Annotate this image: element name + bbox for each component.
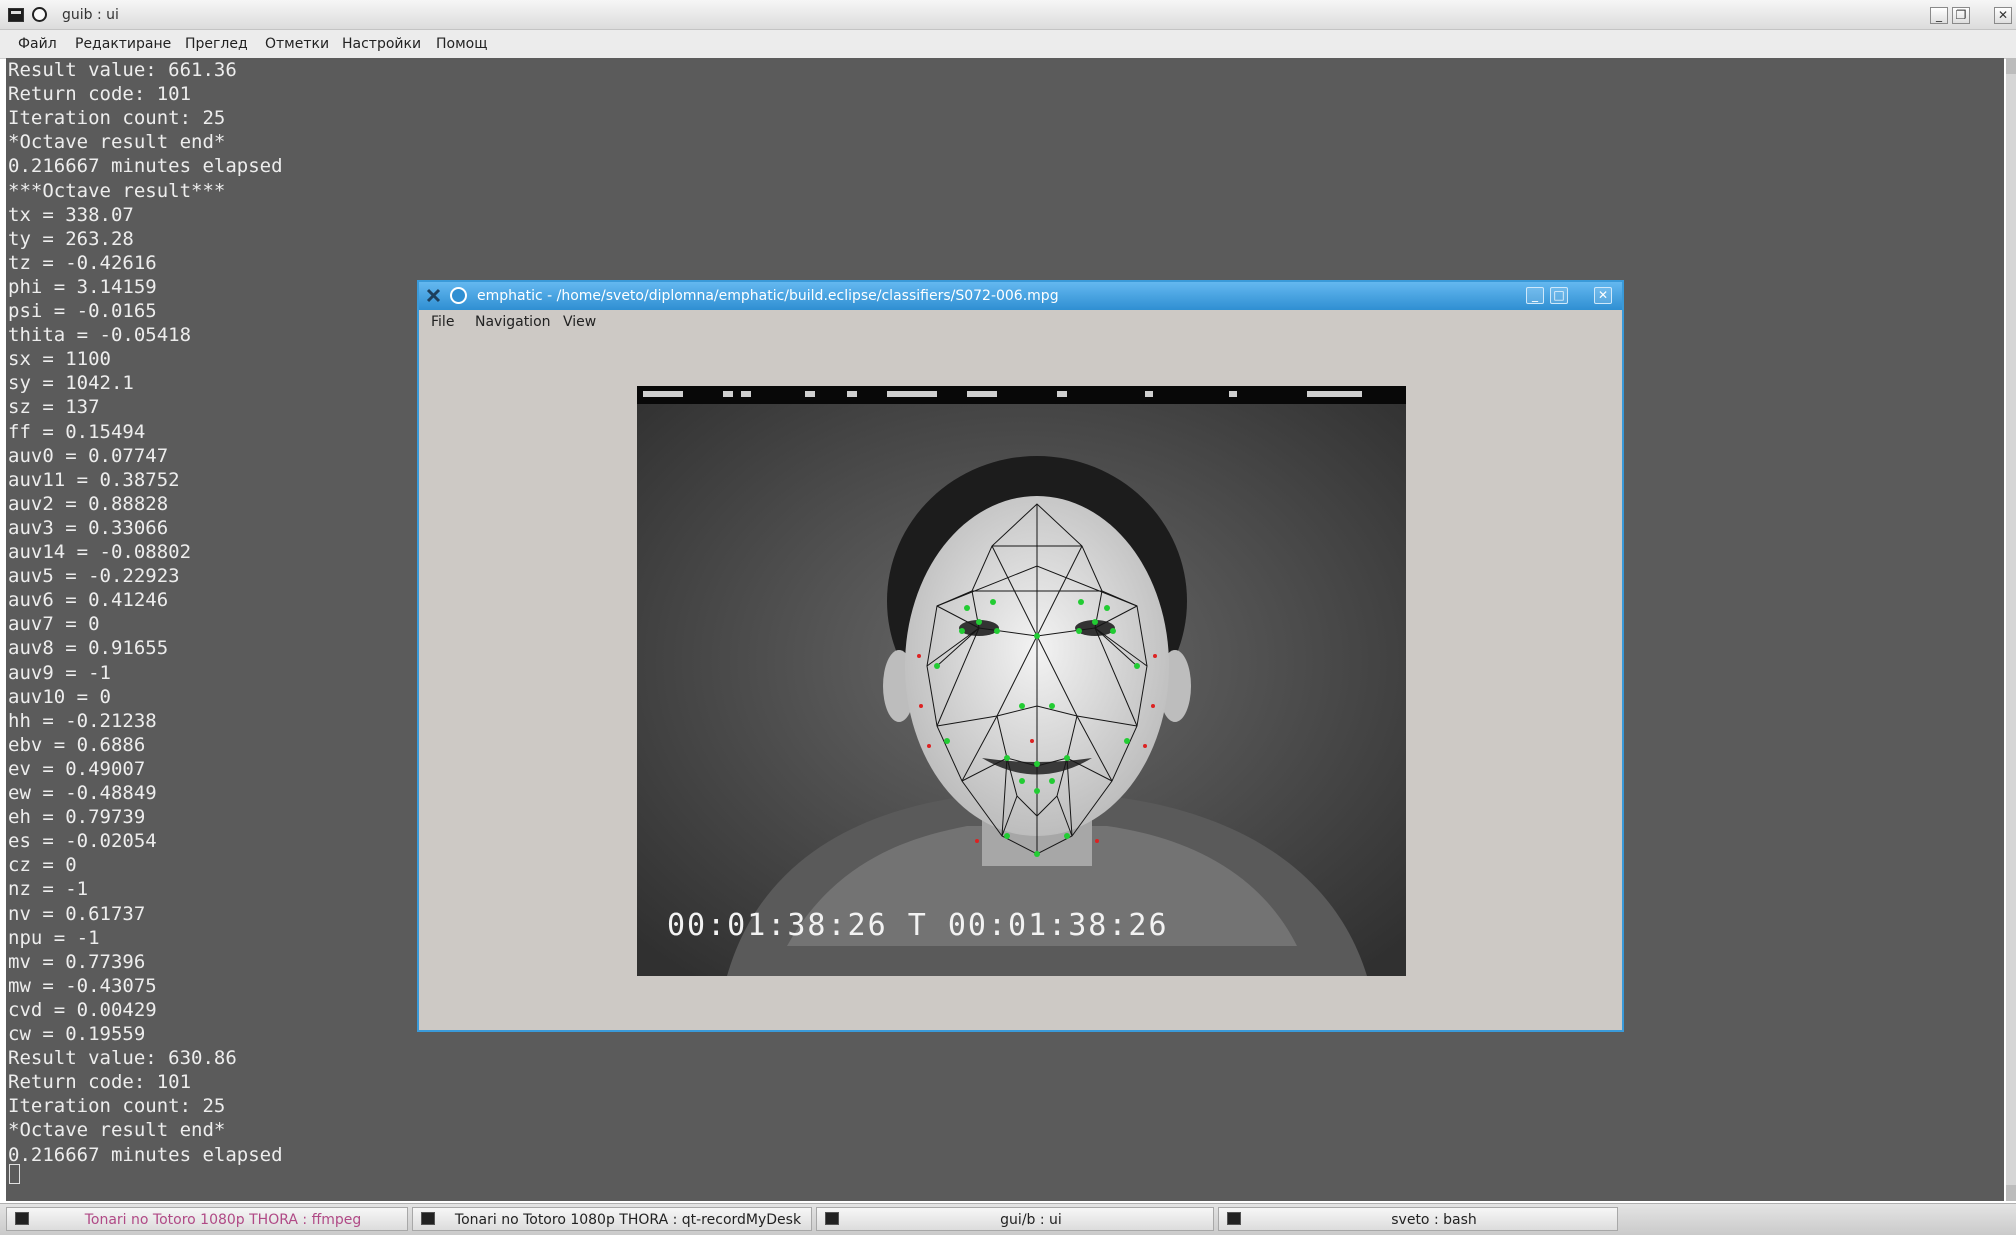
menu-file[interactable]: Файл — [18, 36, 57, 52]
restore-button[interactable]: ❐ — [1952, 7, 1970, 24]
terminal-line: npu = -1 — [8, 926, 100, 949]
terminal-line: ew = -0.48849 — [8, 782, 157, 804]
terminal-line: sz = 137 — [8, 396, 100, 419]
taskbar-item-ffmpeg[interactable]: Tonari no Totoro 1080p THORA : ffmpeg — [6, 1207, 408, 1231]
taskbar-item-label: gui/b : ui — [1000, 1212, 1062, 1228]
taskbar-item-label: sveto : bash — [1391, 1212, 1477, 1228]
terminal-line: psi = -0.0165 — [8, 300, 157, 322]
scroll-down-arrow[interactable] — [2006, 1185, 2016, 1201]
terminal-line: tz = -0.42616 — [8, 251, 157, 274]
terminal-line: ff = 0.15494 — [8, 420, 146, 443]
terminal-line: mv = 0.77396 — [8, 950, 146, 973]
terminal-menubar: Файл Редактиране Преглед Отметки Настрой… — [0, 30, 2016, 59]
terminal-line: es = -0.02054 — [8, 830, 157, 853]
terminal-line: *Octave result end* — [8, 131, 226, 154]
terminal-line: Result value: 630.86 — [8, 1047, 237, 1070]
terminal-icon — [1227, 1212, 1241, 1225]
terminal-line: nz = -1 — [8, 878, 89, 901]
terminal-title: guib : ui — [62, 7, 119, 23]
terminal-line: auv8 = 0.91655 — [8, 637, 169, 660]
emphatic-title: emphatic - /home/sveto/diplomna/emphatic… — [477, 288, 1059, 304]
terminal-line: auv7 = 0 — [8, 613, 100, 636]
terminal-line: eh = 0.79739 — [8, 806, 146, 829]
menu-view[interactable]: View — [563, 314, 596, 330]
terminal-icon — [825, 1212, 839, 1225]
taskbar-item-label: Tonari no Totoro 1080p THORA : qt-record… — [454, 1212, 802, 1228]
terminal-line: Iteration count: 25 — [8, 1095, 226, 1118]
maximize-button[interactable]: □ — [1550, 287, 1568, 304]
terminal-line: *Octave result end* — [8, 1119, 226, 1142]
terminal-scrollbar[interactable] — [2006, 58, 2016, 1201]
terminal-line: auv6 = 0.41246 — [8, 589, 169, 612]
taskbar-item-recordmydesktop[interactable]: Tonari no Totoro 1080p THORA : qt-record… — [412, 1207, 812, 1231]
menu-view[interactable]: Преглед — [185, 36, 248, 52]
terminal-line: ebv = 0.6886 — [8, 733, 146, 756]
pin-icon[interactable] — [425, 287, 442, 304]
terminal-icon — [15, 1212, 29, 1225]
terminal-line: ***Octave result*** — [8, 179, 226, 202]
terminal-line: sy = 1042.1 — [8, 372, 134, 395]
terminal-line: ev = 0.49007 — [8, 757, 146, 780]
emphatic-titlebar[interactable]: emphatic - /home/sveto/diplomna/emphatic… — [419, 282, 1622, 310]
video-frame[interactable]: 00:01:38:26 T 00:01:38:26 — [637, 386, 1406, 976]
window-menu-icon[interactable] — [32, 7, 47, 22]
terminal-line: phi = 3.14159 — [8, 275, 157, 298]
menu-file[interactable]: File — [431, 314, 454, 330]
terminal-line: nv = 0.61737 — [8, 902, 146, 925]
window-menu-icon[interactable] — [450, 287, 467, 304]
terminal-line: cz = 0 — [8, 854, 77, 877]
terminal-line: auv5 = -0.22923 — [8, 565, 180, 588]
emphatic-menubar: File Navigation View — [419, 310, 1622, 334]
terminal-line: tx = 338.07 — [8, 203, 134, 226]
terminal-line: auv9 = -1 — [8, 661, 111, 684]
emphatic-window: emphatic - /home/sveto/diplomna/emphatic… — [417, 280, 1624, 1032]
close-button[interactable]: ✕ — [1994, 7, 2012, 24]
taskbar-item-label: Tonari no Totoro 1080p THORA : ffmpeg — [84, 1212, 362, 1228]
terminal-titlebar[interactable]: guib : ui _ ❐ ✕ — [0, 0, 2016, 30]
terminal-cursor — [9, 1164, 20, 1184]
terminal-line: Return code: 101 — [8, 83, 192, 106]
scroll-up-arrow[interactable] — [2006, 58, 2016, 74]
close-button[interactable]: ✕ — [1594, 287, 1612, 304]
terminal-line: auv3 = 0.33066 — [8, 516, 169, 539]
terminal-line: Iteration count: 25 — [8, 107, 226, 130]
terminal-line: auv0 = 0.07747 — [8, 444, 169, 467]
video-timecode: 00:01:38:26 T 00:01:38:26 — [667, 908, 1169, 943]
terminal-line: auv14 = -0.08802 — [8, 541, 192, 563]
terminal-line: cw = 0.19559 — [8, 1023, 146, 1045]
taskbar-item-bash[interactable]: sveto : bash — [1218, 1207, 1618, 1231]
terminal-line: thita = -0.05418 — [8, 324, 192, 347]
terminal-line: 0.216667 minutes elapsed — [8, 155, 283, 178]
terminal-line: cvd = 0.00429 — [8, 998, 157, 1021]
menu-help[interactable]: Помощ — [436, 36, 487, 52]
minimize-button[interactable]: _ — [1930, 7, 1948, 24]
minimize-button[interactable]: _ — [1526, 287, 1544, 304]
face-scene — [637, 404, 1406, 976]
menu-bookmarks[interactable]: Отметки — [265, 36, 329, 52]
taskbar: Tonari no Totoro 1080p THORA : ffmpeg To… — [0, 1203, 2016, 1235]
terminal-line: mw = -0.43075 — [8, 974, 157, 997]
terminal-line: 0.216667 minutes elapsed — [8, 1143, 283, 1166]
terminal-line: sx = 1100 — [8, 348, 111, 371]
terminal-line: auv11 = 0.38752 — [8, 468, 180, 491]
terminal-line: Return code: 101 — [8, 1071, 192, 1094]
menu-settings[interactable]: Настройки — [342, 36, 421, 52]
menu-edit[interactable]: Редактиране — [75, 36, 171, 52]
terminal-line: auv10 = 0 — [8, 685, 111, 708]
terminal-icon[interactable] — [8, 8, 24, 22]
terminal-line: Result value: 661.36 — [8, 59, 237, 81]
menu-navigation[interactable]: Navigation — [475, 314, 551, 330]
terminal-line: ty = 263.28 — [8, 227, 134, 250]
terminal-line: hh = -0.21238 — [8, 709, 157, 732]
terminal-line: auv2 = 0.88828 — [8, 492, 169, 515]
taskbar-item-gui-ui[interactable]: gui/b : ui — [816, 1207, 1214, 1231]
terminal-icon — [421, 1212, 435, 1225]
